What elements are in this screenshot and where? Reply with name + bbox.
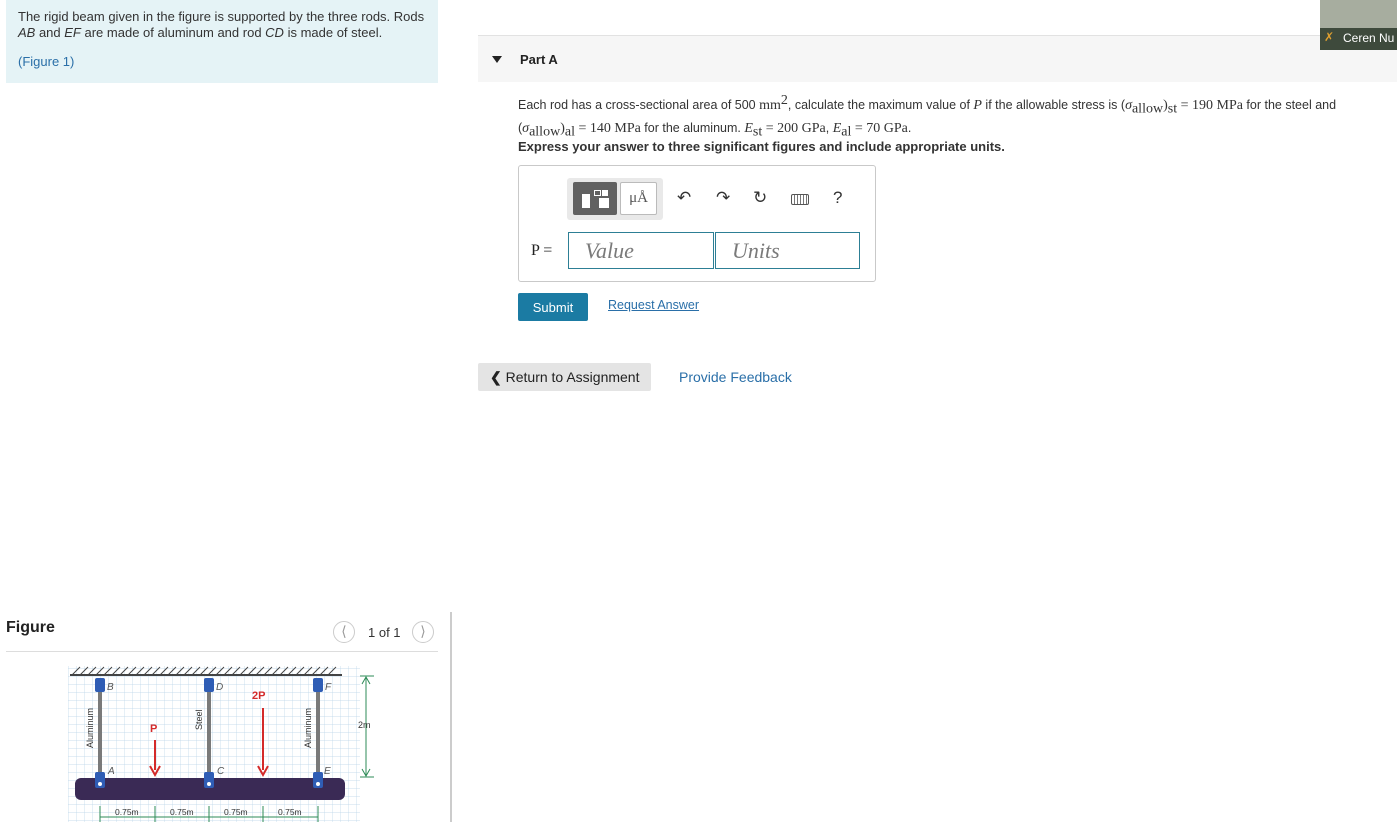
- math-value: = 70 GPa: [851, 120, 908, 136]
- provide-feedback-link[interactable]: Provide Feedback: [679, 369, 792, 385]
- math-subscript: st: [1167, 101, 1178, 117]
- answer-box: μÅ ↶ ↷ ↻ ? P =: [518, 165, 876, 282]
- label-c: C: [217, 766, 225, 777]
- panel-divider: [450, 612, 452, 822]
- participant-name: Ceren Nu: [1343, 31, 1395, 45]
- rod-cd: [207, 682, 211, 778]
- question-segment: ,: [825, 120, 833, 135]
- math-subscript: allow: [529, 124, 561, 140]
- figure-title: Figure: [6, 619, 55, 636]
- chevron-left-icon: ⟨: [341, 623, 347, 639]
- figure-counter: 1 of 1: [368, 625, 401, 640]
- math-subscript: al: [564, 124, 575, 140]
- question-segment: for the aluminum.: [640, 120, 745, 135]
- pin-b: [95, 678, 105, 692]
- chevron-left-icon: ❮: [490, 368, 502, 385]
- load-p-label: P: [150, 723, 157, 735]
- rod-ef: [316, 682, 320, 778]
- label-d: D: [216, 682, 223, 693]
- math-subscript: allow: [1131, 101, 1164, 117]
- caret-down-icon[interactable]: [492, 56, 502, 63]
- figure-link[interactable]: (Figure 1): [18, 54, 74, 69]
- math-unit: mm: [759, 98, 781, 114]
- answer-instructions: Express your answer to three significant…: [518, 139, 1005, 154]
- math-var-e: E: [832, 120, 842, 136]
- question-segment: , calculate the maximum value of: [787, 98, 974, 113]
- math-value: = 190 MPa: [1177, 98, 1243, 114]
- math-exponent: 2: [780, 93, 788, 108]
- span-label: 0.75m: [224, 807, 248, 817]
- reset-icon[interactable]: ↻: [753, 188, 767, 208]
- rod-ab: [98, 682, 102, 778]
- rod-right-material: Aluminum: [303, 708, 313, 748]
- label-f: F: [325, 682, 332, 693]
- rod-mid-material: Steel: [194, 709, 204, 730]
- question-segment: Each rod has a cross-sectional area of 5…: [518, 98, 760, 113]
- redo-icon[interactable]: ↷: [716, 188, 730, 208]
- question-segment: if the allowable stress is (: [981, 98, 1126, 113]
- math-var-e: E: [744, 120, 753, 136]
- beam-diagram: B D F Aluminum Steel Aluminum A C E P 2P…: [68, 666, 374, 822]
- statement-text: are made of aluminum and rod: [80, 25, 266, 40]
- math-subscript: al: [841, 124, 852, 140]
- pin-f: [313, 678, 323, 692]
- return-to-assignment-button[interactable]: ❮ Return to Assignment: [478, 363, 651, 391]
- value-input[interactable]: [568, 232, 714, 269]
- help-button[interactable]: ?: [833, 188, 842, 208]
- math-var-p: P: [973, 98, 982, 114]
- height-label: 2m: [358, 720, 371, 730]
- statement-text: and: [35, 25, 65, 40]
- label-e: E: [324, 766, 331, 777]
- part-title: Part A: [520, 52, 558, 67]
- question-segment: .: [907, 120, 912, 135]
- math-subscript: st: [752, 124, 763, 140]
- mic-muted-icon: ✗: [1324, 30, 1335, 44]
- chevron-right-icon: ⟩: [420, 623, 426, 639]
- statement-text: is made of steel.: [283, 25, 383, 40]
- rod-ef-label: EF: [64, 25, 81, 40]
- return-label: Return to Assignment: [505, 368, 640, 385]
- rod-ab-label: AB: [18, 25, 36, 40]
- math-value: = 200 GPa: [762, 120, 826, 136]
- math-sigma: σ: [1125, 98, 1132, 114]
- figure-next-button[interactable]: ⟩: [412, 621, 434, 643]
- label-b: B: [107, 682, 114, 693]
- load-2p-label: 2P: [252, 690, 265, 702]
- rod-left-material: Aluminum: [85, 708, 95, 748]
- units-input[interactable]: [715, 232, 860, 269]
- request-answer-link[interactable]: Request Answer: [608, 298, 699, 312]
- span-label: 0.75m: [278, 807, 302, 817]
- problem-statement-panel: The rigid beam given in the figure is su…: [6, 0, 438, 83]
- question-text: Each rod has a cross-sectional area of 5…: [518, 93, 1337, 140]
- figure-prev-button[interactable]: ⟨: [333, 621, 355, 643]
- units-button[interactable]: μÅ: [620, 182, 657, 215]
- submit-button[interactable]: Submit: [518, 293, 588, 321]
- template-icon[interactable]: [573, 182, 617, 215]
- pin-d: [204, 678, 214, 692]
- part-a-header[interactable]: Part A: [478, 35, 1397, 82]
- figure-divider: [6, 651, 438, 652]
- rod-cd-label: CD: [265, 25, 284, 40]
- problem-statement: The rigid beam given in the figure is su…: [18, 9, 433, 41]
- undo-icon[interactable]: ↶: [677, 188, 691, 208]
- label-a: A: [107, 766, 115, 777]
- answer-label: P =: [531, 242, 553, 259]
- math-toolbar-group: μÅ: [567, 178, 663, 220]
- keyboard-icon[interactable]: [791, 194, 809, 205]
- webcam-preview: ✗ Ceren Nu: [1320, 0, 1397, 50]
- span-label: 0.75m: [170, 807, 194, 817]
- statement-text: The rigid beam given in the figure is su…: [18, 9, 425, 24]
- math-value: = 140 MPa: [574, 120, 641, 136]
- span-label: 0.75m: [115, 807, 139, 817]
